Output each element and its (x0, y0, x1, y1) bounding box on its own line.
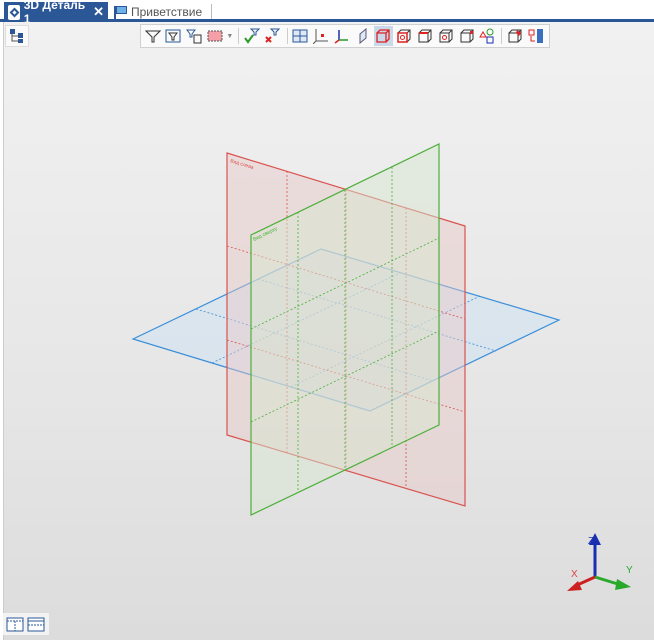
view-right-button[interactable] (457, 26, 476, 46)
grid-icon (292, 29, 308, 43)
selection-rect-icon (207, 30, 223, 42)
filter-icon (144, 30, 161, 43)
filter-check-icon (243, 28, 260, 44)
filter-frame-icon (165, 29, 181, 43)
selection-rect-button[interactable] (205, 26, 224, 46)
toolbar-divider (238, 28, 239, 44)
assembly-icon (528, 29, 543, 43)
shapes-icon (479, 28, 494, 44)
coordinate-system-icon (312, 29, 328, 44)
orient-face-button[interactable] (505, 26, 524, 46)
plane-button[interactable] (353, 26, 372, 46)
flag-icon (114, 5, 128, 19)
filter-reject-button[interactable] (263, 26, 282, 46)
y-axis-label: Y (626, 565, 633, 576)
vertical-split-icon (6, 617, 24, 631)
cube-icon (376, 29, 390, 43)
horizontal-split-icon (27, 617, 45, 631)
plane-icon (359, 28, 367, 44)
tab-3d-part[interactable]: 3D Деталь 1 ✕ (4, 0, 108, 26)
view-back-button[interactable] (436, 26, 455, 46)
constraints-button[interactable] (478, 26, 497, 46)
view-layout-bar (3, 613, 49, 635)
view-front-button[interactable] (394, 26, 413, 46)
tab-divider (211, 4, 212, 19)
cube-top-icon (418, 29, 432, 43)
tab-label: Приветствие (131, 5, 203, 19)
tree-button[interactable] (5, 25, 29, 47)
part-assembly-button[interactable] (526, 26, 545, 46)
filter-cross-icon (265, 28, 281, 43)
cube-vertex-icon (508, 29, 522, 43)
cube-front-icon (397, 29, 411, 43)
cube-back-icon (439, 29, 453, 43)
tab-welcome[interactable]: Приветствие (110, 2, 206, 22)
filter-list-icon (186, 29, 202, 44)
filter-accept-button[interactable] (242, 26, 261, 46)
axes-icon (334, 30, 348, 44)
view-toolbar: ▼ (140, 24, 550, 48)
document-tabbar: 3D Деталь 1 ✕ Приветствие (0, 0, 654, 26)
view-isometric-button[interactable] (373, 26, 393, 46)
coordinate-system-button[interactable] (311, 26, 330, 46)
z-axis-label: Z (588, 536, 594, 547)
filter-list-button[interactable] (185, 26, 204, 46)
layout-horizontal-split-button[interactable] (27, 617, 45, 632)
axis-triad: Z Y X (567, 533, 633, 591)
part-file-icon (8, 4, 20, 20)
view-top-button[interactable] (415, 26, 434, 46)
filter-all-button[interactable] (143, 26, 162, 46)
3d-viewport[interactable]: Вид слева Вид сверху Z Y X (3, 22, 654, 640)
scene: Вид слева Вид сверху Z Y X (131, 143, 633, 591)
layout-vertical-split-button[interactable] (6, 617, 24, 632)
axes-button[interactable] (332, 26, 351, 46)
x-axis-label: X (571, 569, 578, 580)
cube-right-icon (460, 29, 473, 43)
close-icon[interactable]: ✕ (93, 4, 104, 20)
filter-frame-button[interactable] (164, 26, 183, 46)
toolbar-divider (501, 28, 503, 44)
tree-icon (10, 29, 23, 43)
chevron-down-icon: ▼ (226, 32, 234, 40)
view-split-button[interactable] (290, 26, 309, 46)
selection-dropdown[interactable]: ▼ (226, 26, 233, 46)
toolbar-divider (286, 28, 288, 44)
